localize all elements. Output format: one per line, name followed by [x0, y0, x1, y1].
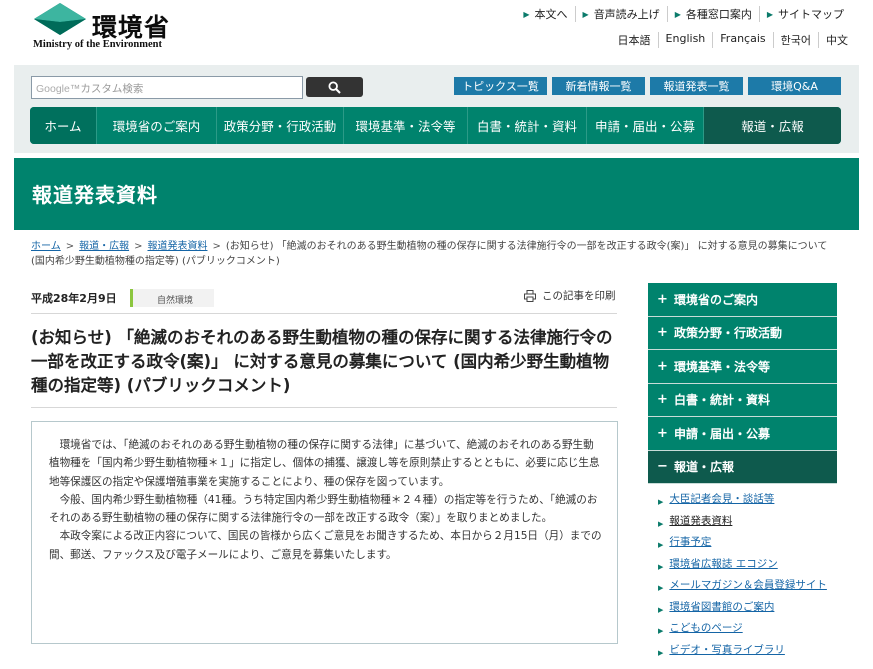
- language-links: 日本語 English Français 한국어 中文: [611, 32, 855, 48]
- header-band: Google™カスタム検索 トピックス一覧 新着情報一覧 報道発表一覧 環境Q&…: [14, 65, 859, 153]
- print-button[interactable]: この記事を印刷: [524, 288, 616, 303]
- breadcrumb-home[interactable]: ホーム: [31, 241, 61, 252]
- divider: [31, 313, 617, 314]
- category-tag: 自然環境: [130, 289, 214, 307]
- summary-paragraph: 今般、国内希少野生動植物種（41種。うち特定国内希少野生動植物種＊２４種）の指定…: [49, 493, 598, 525]
- site-logo[interactable]: 環境省 Ministry of the Environment: [33, 2, 193, 52]
- side-sub-item[interactable]: ▶ 環境省広報誌 エコジン: [658, 557, 837, 574]
- side-nav-applications[interactable]: + 申請・届出・公募: [648, 417, 837, 451]
- quick-link-qa[interactable]: 環境Q&A: [748, 77, 841, 95]
- printer-icon: [524, 289, 536, 302]
- google-label: Google™: [36, 83, 81, 95]
- breadcrumb-separator: >: [65, 241, 75, 252]
- side-sub-item[interactable]: ▶ ビデオ・写真ライブラリ: [658, 643, 837, 660]
- breadcrumb-press[interactable]: 報道・広報: [79, 241, 129, 252]
- triangle-icon: ▶: [658, 562, 664, 571]
- search-button[interactable]: [306, 77, 363, 97]
- triangle-icon: ▶: [658, 584, 664, 592]
- triangle-icon: ▶: [766, 9, 773, 19]
- search-placeholder: カスタム検索: [80, 83, 144, 95]
- gnav-white-papers[interactable]: 白書・統計・資料: [467, 107, 586, 144]
- logo-text-en: Ministry of the Environment: [33, 39, 163, 50]
- lang-japanese[interactable]: 日本語: [611, 32, 658, 48]
- search-icon: [328, 80, 341, 94]
- ministry-logo-icon: [34, 3, 86, 35]
- global-nav: ホーム 環境省のご案内 政策分野・行政活動 環境基準・法令等 白書・統計・資料 …: [30, 107, 841, 144]
- triangle-icon: ▶: [674, 9, 681, 19]
- summary-paragraph: 環境省では、「絶滅のおそれのある野生動植物の種の保存に関する法律」に基づいて、絶…: [49, 439, 600, 488]
- triangle-icon: ▶: [523, 9, 530, 19]
- plus-icon: +: [657, 325, 668, 341]
- side-sub-item[interactable]: ▶ こどものページ: [658, 621, 837, 638]
- quick-link-topics[interactable]: トピックス一覧: [454, 77, 547, 95]
- plus-icon: +: [657, 392, 668, 408]
- article-summary-box: 環境省では、「絶滅のおそれのある野生動植物の種の保存に関する法律」に基づいて、絶…: [31, 421, 618, 644]
- page-title: 報道発表資料: [32, 183, 158, 207]
- gnav-applications[interactable]: 申請・届出・公募: [586, 107, 703, 144]
- plus-icon: +: [657, 291, 668, 307]
- summary-paragraph: 本政令案による改正内容について、国民の皆様から広くご意見をお聞きするため、本日か…: [49, 530, 602, 561]
- util-link-read-aloud[interactable]: ▶ 音声読み上げ: [574, 6, 667, 22]
- side-sub-item[interactable]: ▶ メールマガジン＆会員登録サイト: [658, 578, 837, 595]
- page-title-band: 報道発表資料: [14, 158, 859, 230]
- side-nav-white-papers[interactable]: + 白書・統計・資料: [648, 383, 837, 417]
- quick-link-press-releases[interactable]: 報道発表一覧: [650, 77, 743, 95]
- triangle-icon: ▶: [658, 627, 664, 635]
- breadcrumb-separator: >: [212, 241, 221, 252]
- side-nav-policy[interactable]: + 政策分野・行政活動: [648, 316, 837, 350]
- gnav-policy[interactable]: 政策分野・行政活動: [216, 107, 343, 144]
- plus-icon: +: [657, 358, 668, 374]
- lang-chinese[interactable]: 中文: [818, 32, 855, 48]
- util-link-skip-to-content[interactable]: ▶ 本文へ: [516, 6, 574, 22]
- side-nav: + 環境省のご案内 + 政策分野・行政活動 + 環境基準・法令等 + 白書・統計・資料 …: [648, 283, 837, 664]
- side-sub-item[interactable]: ▶ 環境省図書館のご案内: [658, 600, 837, 617]
- triangle-icon: ▶: [658, 648, 664, 657]
- triangle-icon: ▶: [658, 605, 664, 614]
- triangle-icon: ▶: [658, 519, 664, 528]
- side-sub-item-current[interactable]: ▶ 報道発表資料: [658, 514, 837, 531]
- triangle-icon: ▶: [582, 9, 589, 19]
- print-label: この記事を印刷: [542, 290, 616, 302]
- util-link-contact-guide[interactable]: ▶ 各種窓口案内: [666, 6, 759, 22]
- gnav-standards[interactable]: 環境基準・法令等: [343, 107, 467, 144]
- article-title: (お知らせ) 「絶滅のおそれのある野生動植物の種の保存に関する法律施行令の一部を…: [31, 328, 613, 395]
- side-sub-item[interactable]: ▶ 行事予定: [658, 535, 837, 552]
- gnav-press[interactable]: 報道・広報: [703, 107, 841, 144]
- side-nav-about[interactable]: + 環境省のご案内: [648, 283, 837, 317]
- lang-french[interactable]: Français: [712, 32, 772, 48]
- util-link-sitemap[interactable]: ▶ サイトマップ: [758, 6, 851, 22]
- side-nav-standards[interactable]: + 環境基準・法令等: [648, 350, 837, 384]
- lang-korean[interactable]: 한국어: [772, 32, 818, 48]
- quick-links: トピックス一覧 新着情報一覧 報道発表一覧 環境Q&A: [454, 77, 841, 95]
- utility-links: ▶ 本文へ ▶ 音声読み上げ ▶ 各種窓口案内 ▶ サイトマップ: [516, 6, 851, 22]
- side-sub-list: ▶ 大臣記者会見・談話等 ▶ 報道発表資料 ▶ 行事予定 ▶ 環境省広報誌 エコジン ▶…: [648, 484, 837, 660]
- quick-link-whats-new[interactable]: 新着情報一覧: [552, 77, 645, 95]
- breadcrumb-press-releases[interactable]: 報道発表資料: [147, 241, 207, 252]
- gnav-about[interactable]: 環境省のご案内: [96, 107, 216, 144]
- side-nav-press[interactable]: − 報道・広報: [648, 450, 837, 484]
- plus-icon: +: [657, 425, 668, 441]
- triangle-icon: ▶: [658, 541, 664, 549]
- divider: [31, 407, 617, 408]
- breadcrumb-separator: >: [134, 241, 143, 252]
- gnav-home[interactable]: ホーム: [30, 107, 96, 144]
- minus-icon: −: [657, 459, 668, 475]
- search-input[interactable]: Google™カスタム検索: [31, 76, 303, 99]
- lang-english[interactable]: English: [657, 32, 713, 48]
- article-date: 平成28年2月9日: [31, 292, 117, 305]
- triangle-icon: ▶: [658, 498, 664, 506]
- side-sub-item[interactable]: ▶ 大臣記者会見・談話等: [658, 492, 837, 509]
- breadcrumb: ホーム > 報道・広報 > 報道発表資料 > (お知らせ) 「絶滅のおそれのある野生動植物の…: [31, 239, 841, 269]
